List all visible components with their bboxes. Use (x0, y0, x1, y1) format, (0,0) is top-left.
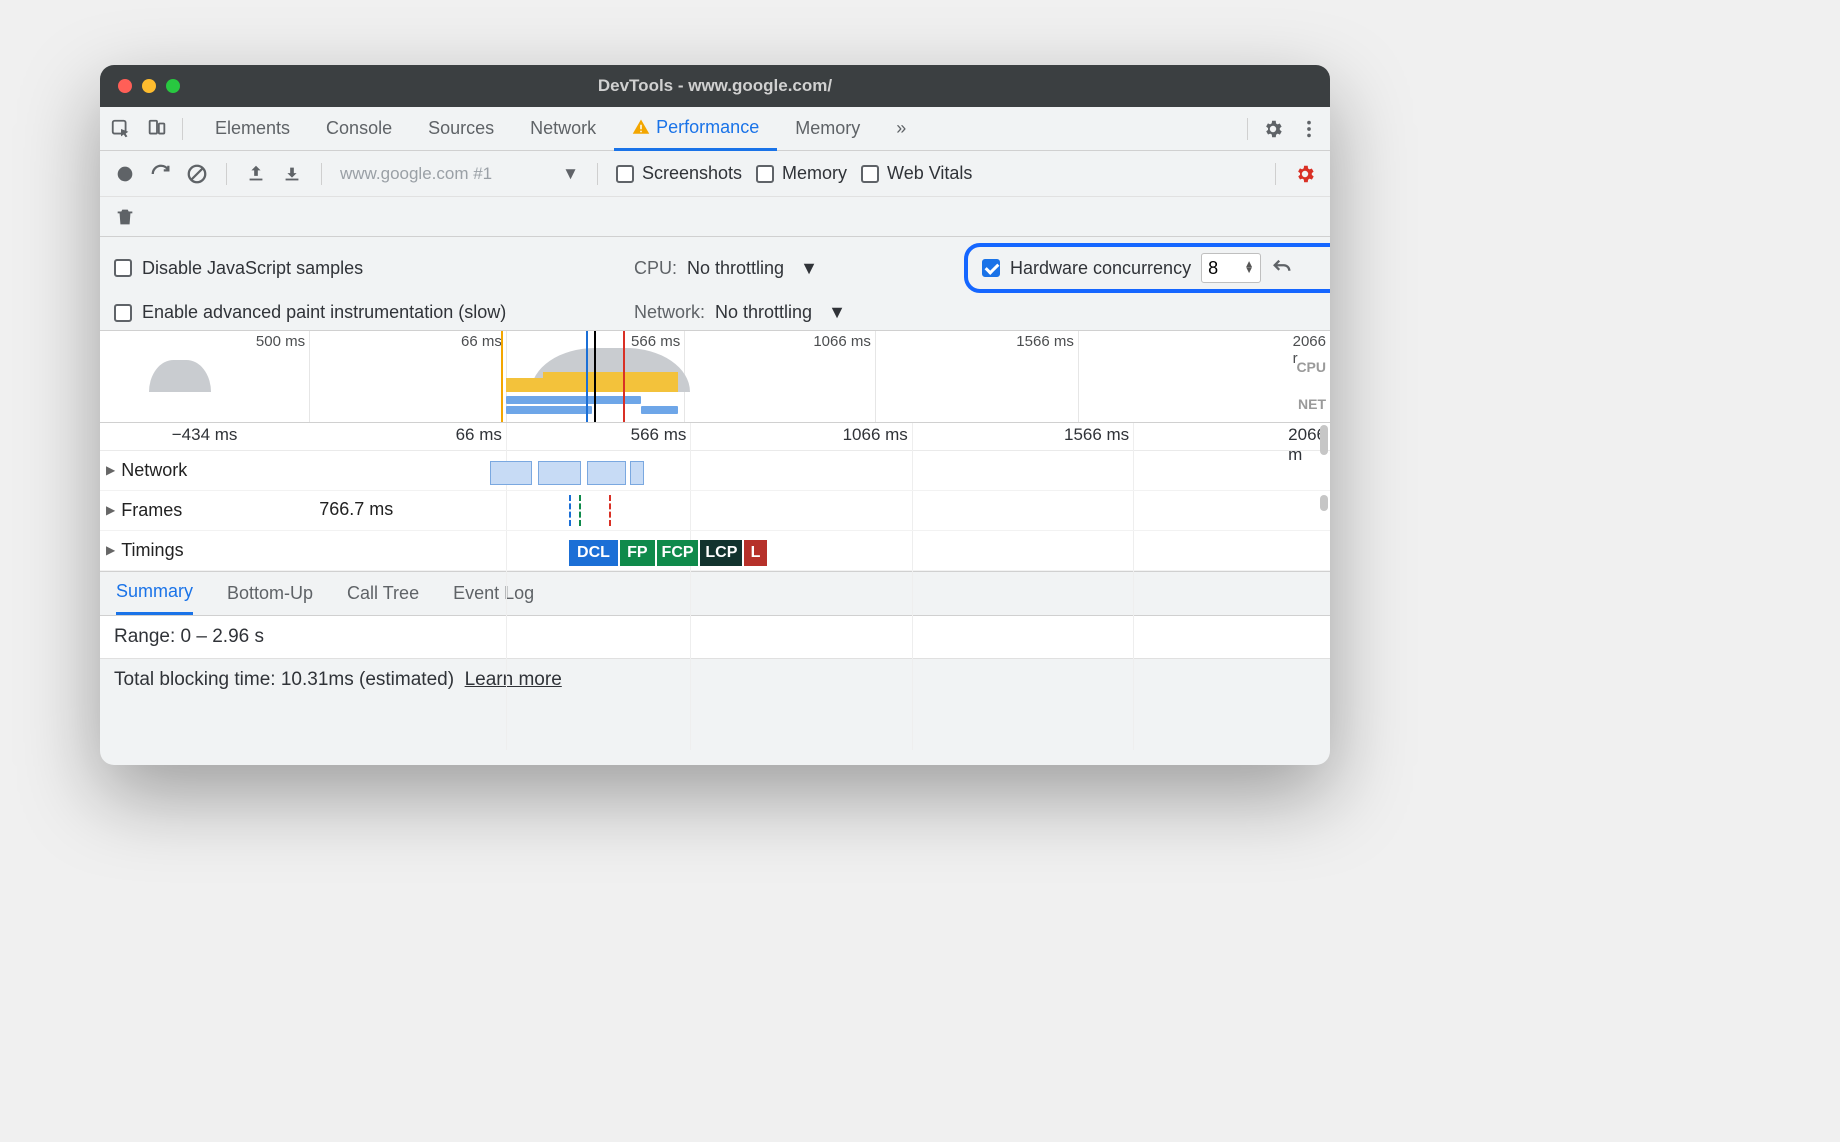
performance-toolbar-row2 (100, 197, 1330, 237)
chevron-down-icon: ▼ (800, 258, 818, 279)
track-timings[interactable]: ▶Timings DCLFPFCPLCPL (100, 531, 1330, 571)
total-blocking-time: Total blocking time: 10.31ms (estimated)… (100, 659, 1330, 701)
details-tab-calltree[interactable]: Call Tree (347, 583, 419, 604)
learn-more-link[interactable]: Learn more (465, 669, 562, 690)
details-tab-bottomup[interactable]: Bottom-Up (227, 583, 313, 604)
track-network[interactable]: ▶Network (100, 451, 1330, 491)
network-throttling-select[interactable]: Network: No throttling ▼ (634, 302, 964, 323)
cpu-throttling-select[interactable]: CPU: No throttling ▼ (634, 258, 964, 279)
capture-settings-gear-icon[interactable] (1294, 163, 1316, 185)
trash-button[interactable] (114, 206, 136, 228)
disable-js-samples-checkbox[interactable]: Disable JavaScript samples (114, 258, 634, 279)
timeline-tracks: −434 ms 66 ms 566 ms 1066 ms 1566 ms 206… (100, 423, 1330, 572)
ruler-tick: −434 ms (172, 425, 242, 445)
timing-badge[interactable]: LCP (700, 540, 744, 566)
caret-right-icon: ▶ (106, 503, 115, 517)
hardware-concurrency-label: Hardware concurrency (1010, 258, 1191, 279)
device-toolbar-icon[interactable] (146, 118, 168, 140)
summary-range: Range: 0 – 2.96 s (100, 616, 1330, 659)
caret-right-icon: ▶ (106, 463, 115, 477)
record-button[interactable] (114, 163, 136, 185)
details-tab-summary[interactable]: Summary (116, 571, 193, 615)
details-tab-eventlog[interactable]: Event Log (453, 583, 534, 604)
overview-cpu-label: CPU (1296, 359, 1326, 375)
track-frames[interactable]: ▶Frames 766.7 ms (100, 491, 1330, 531)
ruler-tick: 1566 ms (1064, 425, 1133, 445)
frame-duration: 766.7 ms (319, 499, 393, 520)
timing-badge[interactable]: FP (620, 540, 657, 566)
warning-icon (632, 118, 650, 136)
details-tabs: Summary Bottom-Up Call Tree Event Log (100, 572, 1330, 616)
overview-tick: 1566 ms (1016, 333, 1078, 350)
download-profile-button[interactable] (281, 163, 303, 185)
upload-profile-button[interactable] (245, 163, 267, 185)
window-titlebar: DevTools - www.google.com/ (100, 65, 1330, 107)
tab-network[interactable]: Network (512, 107, 614, 151)
inspect-element-icon[interactable] (110, 118, 132, 140)
webvitals-checkbox[interactable]: Web Vitals (861, 163, 972, 184)
ruler-tick: 1066 ms (843, 425, 912, 445)
timing-badge[interactable]: FCP (657, 540, 701, 566)
undo-icon[interactable] (1271, 257, 1293, 279)
clear-button[interactable] (186, 163, 208, 185)
overview-tick: 566 ms (631, 333, 684, 350)
screenshots-checkbox[interactable]: Screenshots (616, 163, 742, 184)
overview-tick: 500 ms (256, 333, 309, 350)
hardware-concurrency-checkbox[interactable] (982, 259, 1000, 277)
hardware-concurrency-input[interactable]: 8 ▲▼ (1201, 253, 1261, 283)
timeline-ruler[interactable]: −434 ms 66 ms 566 ms 1066 ms 1566 ms 206… (100, 423, 1330, 451)
reload-record-button[interactable] (150, 163, 172, 185)
overview-net-label: NET (1298, 396, 1326, 412)
timing-badge[interactable]: DCL (569, 540, 620, 566)
caret-right-icon: ▶ (106, 543, 115, 557)
panel-tabs: Elements Console Sources Network Perform… (100, 107, 1330, 151)
tab-console[interactable]: Console (308, 107, 410, 151)
tab-performance[interactable]: Performance (614, 107, 777, 151)
chevron-down-icon: ▼ (828, 302, 846, 323)
overview-tick: 66 ms (461, 333, 506, 350)
hardware-concurrency-highlighted-group: Hardware concurrency 8 ▲▼ (964, 243, 1330, 293)
timing-badge[interactable]: L (744, 540, 768, 566)
tab-memory[interactable]: Memory (777, 107, 878, 151)
capture-settings-pane: Disable JavaScript samples CPU: No throt… (100, 237, 1330, 331)
window-title: DevTools - www.google.com/ (100, 76, 1330, 96)
chevron-down-icon: ▼ (562, 164, 579, 184)
overview-tick: 1066 ms (813, 333, 875, 350)
tab-elements[interactable]: Elements (197, 107, 308, 151)
ruler-tick: 66 ms (456, 425, 506, 445)
ruler-tick: 566 ms (631, 425, 691, 445)
devtools-window: DevTools - www.google.com/ Elements Cons… (100, 65, 1330, 765)
advanced-paint-checkbox[interactable]: Enable advanced paint instrumentation (s… (114, 301, 634, 324)
memory-checkbox[interactable]: Memory (756, 163, 847, 184)
tab-sources[interactable]: Sources (410, 107, 512, 151)
number-stepper-icon[interactable]: ▲▼ (1244, 262, 1254, 274)
performance-toolbar: www.google.com #1 ▼ Screenshots Memory W… (100, 151, 1330, 197)
timeline-overview[interactable]: 500 ms 66 ms 566 ms 1066 ms 1566 ms 2066… (100, 331, 1330, 423)
settings-gear-icon[interactable] (1262, 118, 1284, 140)
kebab-menu-icon[interactable] (1298, 118, 1320, 140)
recording-selector[interactable]: www.google.com #1 ▼ (340, 164, 579, 184)
tabs-overflow-button[interactable]: » (878, 107, 924, 151)
